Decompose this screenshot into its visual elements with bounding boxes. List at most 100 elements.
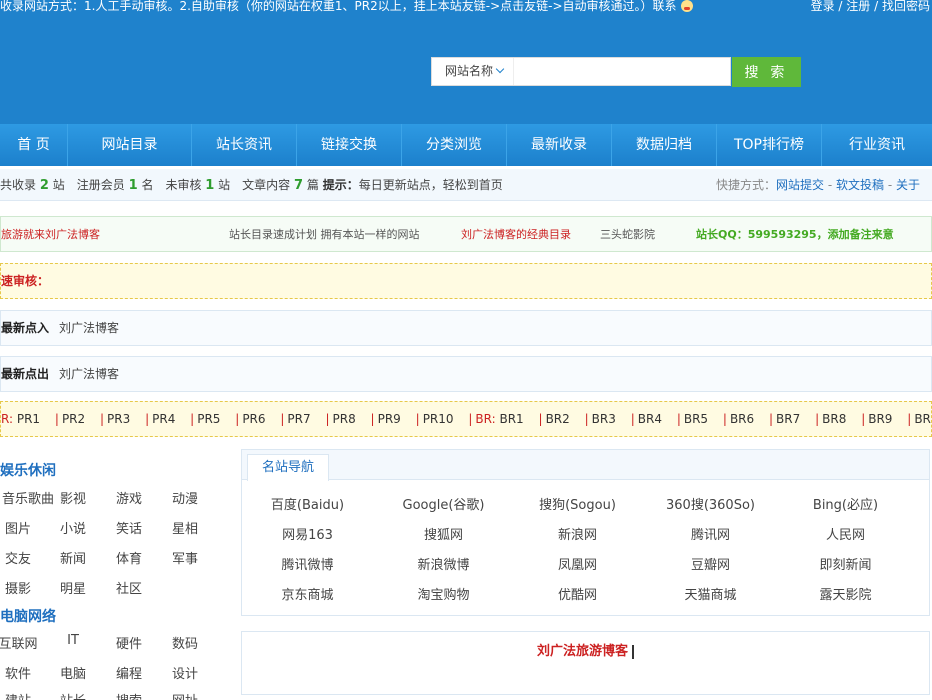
pr-filter[interactable]: PR2 [62, 412, 85, 426]
category-item[interactable]: 星相 [157, 518, 213, 537]
nav-category-browse[interactable]: 分类浏览 [402, 124, 507, 166]
site-link[interactable]: 优酷网 [510, 584, 645, 603]
nav-industry-news[interactable]: 行业资讯 [822, 124, 932, 166]
site-link[interactable]: Bing(必应) [778, 494, 913, 513]
site-link[interactable]: 凤凰网 [510, 554, 645, 573]
br-filter[interactable]: BR6 [730, 412, 754, 426]
pr-filter[interactable]: PR10 [423, 412, 454, 426]
category-item[interactable]: IT [45, 633, 101, 648]
category-item[interactable]: 摄影 [0, 578, 46, 597]
quick-link-article-submit[interactable]: 软文投稿 [836, 178, 884, 192]
site-link[interactable]: 网易163 [240, 524, 375, 543]
category-item[interactable]: 动漫 [157, 488, 213, 507]
category-item[interactable]: 体育 [101, 548, 157, 567]
category-title-entertainment[interactable]: 娱乐休闲 [0, 460, 56, 480]
category-item[interactable]: 新闻 [45, 548, 101, 567]
tab-famous-sites[interactable]: 名站导航 [247, 454, 329, 481]
category-item[interactable]: 军事 [157, 548, 213, 567]
site-link[interactable]: 人民网 [778, 524, 913, 543]
category-item[interactable]: 交友 [0, 548, 46, 567]
category-item[interactable]: 设计 [157, 663, 213, 682]
site-link[interactable]: 京东商城 [240, 584, 375, 603]
category-sidebar: 娱乐休闲 音乐歌曲 影视 游戏 动漫 图片 小说 笑话 星相 交友 新闻 体育 … [0, 450, 232, 700]
site-link[interactable]: 搜狗(Sogou) [510, 494, 645, 513]
text-link[interactable]: 刘广法博客的经典目录 [461, 217, 571, 253]
category-item[interactable]: 搜索 [101, 690, 157, 700]
category-item[interactable]: 数码 [157, 633, 213, 652]
nav-latest-added[interactable]: 最新收录 [507, 124, 612, 166]
text-link[interactable]: 站长目录速成计划 拥有本站一样的网站 [229, 217, 420, 253]
br-filter[interactable]: BR9 [868, 412, 892, 426]
br-filter[interactable]: BR5 [684, 412, 708, 426]
site-link[interactable]: 淘宝购物 [376, 584, 511, 603]
category-item[interactable]: 网址 [157, 690, 213, 700]
qq-contact-icon[interactable] [680, 0, 693, 12]
find-password-link[interactable]: 找回密码 [882, 0, 930, 13]
br-filter[interactable]: BR8 [822, 412, 846, 426]
category-item[interactable]: 游戏 [101, 488, 157, 507]
search-input[interactable] [515, 58, 729, 85]
pr-filter[interactable]: PR8 [333, 412, 356, 426]
br-filter[interactable]: BR3 [592, 412, 616, 426]
site-link[interactable]: Google(谷歌) [376, 494, 511, 513]
quick-link-submit-site[interactable]: 网站提交 [776, 178, 824, 192]
text-link[interactable]: 三头蛇影院 [600, 217, 655, 253]
pr-filter[interactable]: PR5 [197, 412, 220, 426]
site-link[interactable]: 腾讯网 [643, 524, 778, 543]
category-item[interactable]: 明星 [45, 578, 101, 597]
site-link[interactable]: 新浪网 [510, 524, 645, 543]
nav-home[interactable]: 首 页 [0, 124, 68, 166]
nav-data-archive[interactable]: 数据归档 [612, 124, 717, 166]
notice-text: 收录网站方式：1.人工手动审核。2.自助审核（你的网站在权重1、PR2以上，挂上… [0, 0, 677, 13]
nav-top-ranking[interactable]: TOP排行榜 [717, 124, 822, 166]
text-link[interactable]: 旅游就来刘广法博客 [1, 217, 100, 253]
ad-text[interactable]: 刘广法旅游博客 [242, 640, 929, 659]
pr-filter[interactable]: PR1 [17, 412, 40, 426]
search-type-select[interactable]: 网站名称 [432, 58, 514, 85]
site-link[interactable]: 豆瓣网 [643, 554, 778, 573]
category-item[interactable]: 硬件 [101, 633, 157, 652]
br-filter[interactable]: BR7 [776, 412, 800, 426]
latest-out-label: 最新点出 [1, 367, 50, 381]
br-filter[interactable]: BR2 [546, 412, 570, 426]
category-item[interactable]: 互联网 [0, 633, 46, 652]
nav-directory[interactable]: 网站目录 [68, 124, 192, 166]
site-link[interactable]: 百度(Baidu) [240, 494, 375, 513]
latest-out-link[interactable]: 刘广法博客 [59, 367, 119, 381]
site-link[interactable]: 搜狐网 [376, 524, 511, 543]
br-filter[interactable]: BR1 [499, 412, 523, 426]
latest-in-link[interactable]: 刘广法博客 [59, 321, 119, 335]
category-item[interactable]: 图片 [0, 518, 46, 537]
category-item[interactable]: 建站 [0, 690, 46, 700]
category-title-computer[interactable]: 电脑网络 [0, 606, 56, 626]
category-item[interactable]: 软件 [0, 663, 46, 682]
nav-webmaster-news[interactable]: 站长资讯 [192, 124, 297, 166]
pr-filter[interactable]: PR4 [152, 412, 175, 426]
category-item[interactable]: 小说 [45, 518, 101, 537]
br-filter[interactable]: BR10 [914, 412, 932, 426]
br-filter[interactable]: BR4 [638, 412, 662, 426]
site-link[interactable]: 天猫商城 [643, 584, 778, 603]
pr-filter[interactable]: PR3 [107, 412, 130, 426]
category-item[interactable]: 电脑 [45, 663, 101, 682]
site-link[interactable]: 露天影院 [778, 584, 913, 603]
nav-link-exchange[interactable]: 链接交换 [297, 124, 402, 166]
login-link[interactable]: 登录 [811, 0, 835, 13]
site-link[interactable]: 360搜(360So) [643, 494, 778, 513]
auth-links: 登录 / 注册 / 找回密码 [811, 0, 930, 12]
category-item[interactable]: 站长 [45, 690, 101, 700]
pr-filter[interactable]: PR7 [287, 412, 310, 426]
search-button[interactable]: 搜 索 [732, 57, 801, 87]
site-link[interactable]: 新浪微博 [376, 554, 511, 573]
register-link[interactable]: 注册 [846, 0, 870, 13]
site-link[interactable]: 即刻新闻 [778, 554, 913, 573]
category-item[interactable]: 社区 [101, 578, 157, 597]
site-link[interactable]: 腾讯微博 [240, 554, 375, 573]
category-item[interactable]: 编程 [101, 663, 157, 682]
category-item[interactable]: 笑话 [101, 518, 157, 537]
pr-filter[interactable]: PR9 [378, 412, 401, 426]
pr-filter[interactable]: PR6 [242, 412, 265, 426]
webmaster-qq[interactable]: 站长QQ：599593295，添加备注来意 [696, 217, 894, 253]
quick-link-about[interactable]: 关于 [896, 178, 920, 192]
category-item[interactable]: 影视 [45, 488, 101, 507]
